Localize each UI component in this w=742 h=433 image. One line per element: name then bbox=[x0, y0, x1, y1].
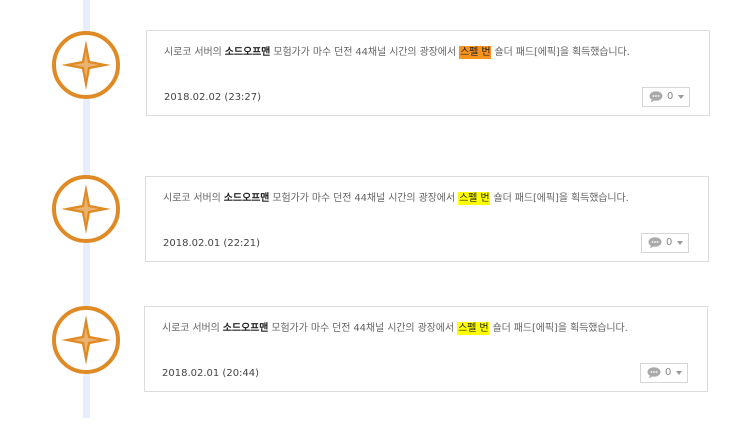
timeline-entry: 시로코 서버의 소드오프맨 모험가가 마수 던전 44채널 시간의 광장에서 스… bbox=[0, 30, 742, 120]
comment-bubble-icon bbox=[649, 91, 663, 103]
compass-star-icon bbox=[51, 305, 121, 375]
item-highlight: 스펠 번 bbox=[458, 192, 491, 205]
timeline-entry: 시로코 서버의 소드오프맨 모험가가 마수 던전 44채널 시간의 광장에서 스… bbox=[0, 305, 742, 395]
comment-button[interactable]: 0 bbox=[640, 363, 688, 383]
message-suffix: 숄더 패드[에픽]을 획득했습니다. bbox=[489, 323, 628, 334]
drop-card: 시로코 서버의 소드오프맨 모험가가 마수 던전 44채널 시간의 광장에서 스… bbox=[144, 306, 708, 392]
character-name: 소드오프맨 bbox=[224, 47, 271, 58]
comment-button[interactable]: 0 bbox=[641, 233, 689, 253]
item-highlight: 스펠 번 bbox=[459, 46, 492, 59]
drop-date: 2018.02.01 (20:44) bbox=[162, 368, 260, 379]
caret-down-icon bbox=[678, 95, 685, 99]
message-middle: 모험가가 마수 던전 44채널 시간의 광장에서 bbox=[270, 47, 460, 58]
comment-bubble-icon bbox=[648, 237, 662, 249]
message-prefix: 시로코 서버의 bbox=[162, 323, 223, 334]
message-suffix: 숄더 패드[에픽]을 획득했습니다. bbox=[491, 47, 630, 58]
timeline-entry: 시로코 서버의 소드오프맨 모험가가 마수 던전 44채널 시간의 광장에서 스… bbox=[0, 174, 742, 264]
drop-message: 시로코 서버의 소드오프맨 모험가가 마수 던전 44채널 시간의 광장에서 스… bbox=[164, 43, 694, 62]
caret-down-icon bbox=[677, 241, 684, 245]
character-name: 소드오프맨 bbox=[222, 323, 269, 334]
comment-bubble-icon bbox=[647, 367, 661, 379]
drop-card: 시로코 서버의 소드오프맨 모험가가 마수 던전 44채널 시간의 광장에서 스… bbox=[145, 176, 709, 262]
comment-count: 0 bbox=[667, 91, 674, 102]
drop-date: 2018.02.01 (22:21) bbox=[163, 238, 261, 249]
character-name: 소드오프맨 bbox=[223, 193, 270, 204]
compass-star-icon bbox=[51, 174, 121, 244]
drop-date: 2018.02.02 (23:27) bbox=[164, 92, 262, 103]
drop-message: 시로코 서버의 소드오프맨 모험가가 마수 던전 44채널 시간의 광장에서 스… bbox=[163, 189, 693, 208]
caret-down-icon bbox=[676, 371, 683, 375]
drop-card: 시로코 서버의 소드오프맨 모험가가 마수 던전 44채널 시간의 광장에서 스… bbox=[146, 30, 710, 116]
message-middle: 모험가가 마수 던전 44채널 시간의 광장에서 bbox=[268, 323, 458, 334]
compass-star-icon bbox=[51, 30, 121, 100]
comment-count: 0 bbox=[665, 367, 672, 378]
item-highlight: 스펠 번 bbox=[457, 322, 490, 335]
message-prefix: 시로코 서버의 bbox=[164, 47, 225, 58]
message-prefix: 시로코 서버의 bbox=[163, 193, 224, 204]
drop-message: 시로코 서버의 소드오프맨 모험가가 마수 던전 44채널 시간의 광장에서 스… bbox=[162, 319, 692, 338]
message-suffix: 숄더 패드[에픽]을 획득했습니다. bbox=[490, 193, 629, 204]
message-middle: 모험가가 마수 던전 44채널 시간의 광장에서 bbox=[269, 193, 459, 204]
comment-count: 0 bbox=[666, 237, 673, 248]
comment-button[interactable]: 0 bbox=[642, 87, 690, 107]
